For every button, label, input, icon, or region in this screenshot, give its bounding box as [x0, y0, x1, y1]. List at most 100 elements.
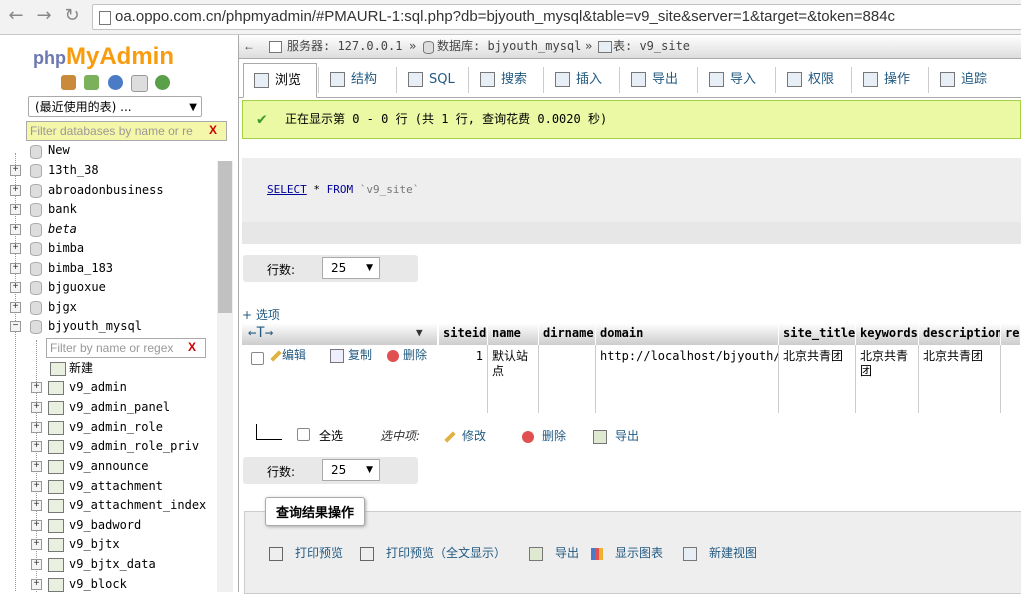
- column-header[interactable]: name: [488, 323, 539, 345]
- edit-row-button[interactable]: 编辑: [270, 348, 306, 363]
- create-view-button[interactable]: 新建视图: [683, 544, 757, 561]
- collapse-sidebar-icon[interactable]: ←: [243, 35, 255, 58]
- expand-icon[interactable]: +: [10, 243, 21, 254]
- expand-icon[interactable]: +: [31, 481, 42, 492]
- tab-browse[interactable]: 浏览: [243, 63, 317, 98]
- tab-separator: [619, 67, 620, 93]
- reload-icon[interactable]: ↻: [62, 6, 82, 26]
- rows-per-page-select[interactable]: 25 ▼: [322, 459, 380, 481]
- tab-label: 导入: [730, 72, 757, 87]
- expand-icon[interactable]: +: [10, 185, 21, 196]
- tab-sql[interactable]: SQL: [398, 63, 472, 96]
- export-button[interactable]: 导出: [529, 544, 579, 561]
- expand-icon[interactable]: +: [31, 382, 42, 393]
- select-all-label[interactable]: 全选: [319, 427, 343, 444]
- help-icon[interactable]: [108, 75, 123, 90]
- tab-operations[interactable]: 操作: [853, 63, 927, 96]
- sort-dropdown-icon[interactable]: ▼: [416, 323, 423, 343]
- home-icon[interactable]: [61, 75, 76, 90]
- bulk-delete-button[interactable]: 删除: [522, 427, 566, 444]
- cell-site-title[interactable]: 北京共青团: [779, 345, 856, 413]
- expand-icon[interactable]: +: [31, 539, 42, 550]
- expand-icon[interactable]: +: [31, 579, 42, 590]
- expand-icon[interactable]: +: [31, 402, 42, 413]
- delete-row-button[interactable]: 删除: [387, 348, 427, 363]
- cell-description[interactable]: 北京共青团: [919, 345, 1001, 413]
- table-name: v9_admin_role_priv: [69, 439, 200, 453]
- cell-name[interactable]: 默认站点: [488, 345, 539, 413]
- address-bar[interactable]: oa.oppo.com.cn/phpmyadmin/#PMAURL-1:sql.…: [92, 4, 1021, 30]
- rows-per-page-select[interactable]: 25 ▼: [322, 257, 380, 279]
- column-header[interactable]: domain: [596, 323, 779, 345]
- options-toggle[interactable]: + 选项: [242, 306, 280, 323]
- column-header[interactable]: dirname: [539, 323, 596, 345]
- column-header[interactable]: description: [919, 323, 1001, 345]
- tab-import[interactable]: 导入: [699, 63, 773, 96]
- row-checkbox[interactable]: [251, 352, 264, 365]
- sql-select-keyword: SELECT: [267, 183, 307, 196]
- tab-structure[interactable]: 结构: [320, 63, 394, 96]
- table-filter-input[interactable]: Filter by name or regex X: [46, 338, 206, 358]
- database-icon: [30, 164, 42, 178]
- column-header[interactable]: keywords: [856, 323, 919, 345]
- structure-icon: [330, 72, 345, 87]
- expand-icon[interactable]: +: [31, 422, 42, 433]
- expand-icon[interactable]: +: [10, 302, 21, 313]
- print-preview-button[interactable]: 打印预览: [269, 544, 343, 561]
- export-icon: [631, 72, 646, 87]
- sql-query-text[interactable]: SELECT * FROM `v9_site`: [267, 183, 419, 196]
- delete-label: 删除: [403, 348, 428, 362]
- column-header[interactable]: siteid: [439, 323, 488, 345]
- expand-icon[interactable]: +: [10, 282, 21, 293]
- print-preview-full-button[interactable]: 打印预览（全文显示）: [360, 544, 506, 561]
- display-chart-button[interactable]: 显示图表: [591, 544, 663, 561]
- clear-table-filter-button[interactable]: X: [188, 340, 196, 354]
- expand-icon[interactable]: +: [31, 461, 42, 472]
- breadcrumb-database[interactable]: 数据库: bjyouth_mysql: [437, 35, 581, 58]
- phpmyadmin-logo[interactable]: phpMyAdmin: [33, 43, 174, 71]
- column-header[interactable]: re: [1001, 323, 1021, 345]
- forward-icon[interactable]: →: [34, 6, 54, 26]
- expand-icon[interactable]: +: [10, 224, 21, 235]
- cell-domain[interactable]: http://localhost/bjyouth/: [596, 345, 779, 413]
- expand-icon[interactable]: +: [10, 204, 21, 215]
- expand-icon[interactable]: +: [31, 559, 42, 570]
- breadcrumb-table[interactable]: 表: v9_site: [613, 35, 690, 58]
- refresh-icon[interactable]: [155, 75, 170, 90]
- expand-icon[interactable]: +: [10, 263, 21, 274]
- tab-tracking[interactable]: 追踪: [930, 63, 1004, 96]
- cell-overflow: [1001, 345, 1021, 413]
- copy-row-button[interactable]: 复制: [330, 348, 372, 363]
- cell-keywords[interactable]: 北京共青团: [856, 345, 919, 413]
- exit-icon[interactable]: [84, 75, 99, 90]
- sidebar-scrollbar-thumb[interactable]: [218, 161, 232, 313]
- cell-siteid[interactable]: 1: [439, 345, 488, 413]
- tab-search[interactable]: 搜索: [470, 63, 544, 96]
- back-icon[interactable]: ←: [6, 6, 26, 26]
- pencil-icon: [444, 430, 456, 443]
- collapse-icon[interactable]: −: [10, 321, 21, 332]
- tab-insert[interactable]: 插入: [545, 63, 619, 96]
- clear-filter-button[interactable]: X: [209, 123, 217, 137]
- column-header[interactable]: site_title: [779, 323, 856, 345]
- navigation-sidebar: phpMyAdmin (最近使用的表) ... ▼ Filter database…: [0, 35, 239, 592]
- breadcrumb-server[interactable]: 服务器: 127.0.0.1: [287, 35, 402, 58]
- docs-icon[interactable]: [131, 75, 148, 92]
- select-all-checkbox[interactable]: [297, 428, 310, 441]
- expand-icon[interactable]: +: [31, 441, 42, 452]
- create-view-label: 新建视图: [709, 546, 758, 560]
- rows-panel-top: 行数: 25 ▼: [243, 255, 418, 282]
- tab-privileges[interactable]: 权限: [777, 63, 851, 96]
- bulk-export-button[interactable]: 导出: [593, 427, 639, 444]
- bulk-change-button[interactable]: 修改: [444, 427, 486, 444]
- tab-export[interactable]: 导出: [621, 63, 695, 96]
- expand-icon[interactable]: +: [31, 520, 42, 531]
- page-icon: [99, 11, 111, 25]
- tab-separator: [851, 67, 852, 93]
- expand-icon[interactable]: +: [10, 165, 21, 176]
- expand-icon[interactable]: +: [31, 500, 42, 511]
- arrows-icon[interactable]: ←T→: [248, 323, 273, 343]
- cell-dirname[interactable]: [539, 345, 596, 413]
- recent-tables-select[interactable]: (最近使用的表) ... ▼: [28, 96, 202, 117]
- database-filter-input[interactable]: Filter databases by name or re X: [26, 121, 227, 141]
